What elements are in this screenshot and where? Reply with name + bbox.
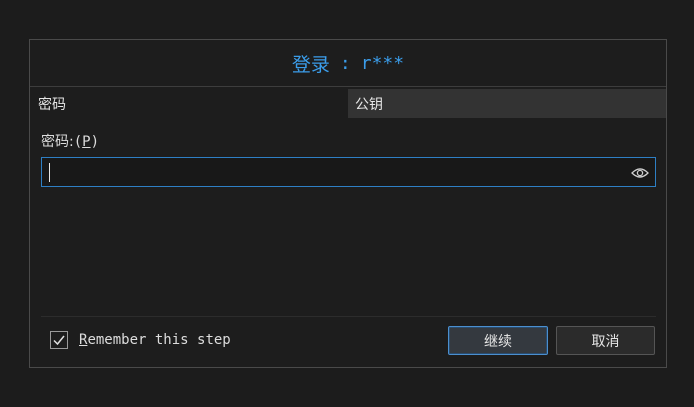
tab-password[interactable]: 密码 bbox=[30, 89, 348, 118]
title-prefix: 登录 bbox=[291, 53, 330, 76]
continue-button-label: 继续 bbox=[484, 333, 512, 350]
checkmark-icon bbox=[53, 335, 65, 346]
footer-divider bbox=[41, 316, 656, 317]
remember-checkbox[interactable] bbox=[50, 331, 68, 349]
auth-tabs: 密码 公钥 bbox=[30, 89, 666, 118]
text-caret bbox=[49, 163, 50, 182]
tab-public-key-label: 公钥 bbox=[355, 96, 383, 113]
tab-password-label: 密码 bbox=[38, 96, 66, 113]
eye-icon[interactable] bbox=[631, 165, 649, 179]
password-input[interactable] bbox=[41, 157, 656, 187]
password-label-open-paren: ( bbox=[73, 134, 83, 150]
title-separator: : bbox=[339, 52, 351, 74]
password-label-close-paren: ) bbox=[90, 134, 100, 150]
title-username: r*** bbox=[360, 52, 405, 74]
remember-label-text: emember this step bbox=[87, 332, 231, 348]
remember-step[interactable]: Remember this step bbox=[50, 331, 231, 349]
password-label-text: 密码: bbox=[41, 134, 74, 150]
cancel-button-label: 取消 bbox=[591, 333, 620, 350]
dialog-title: 登录 : r*** bbox=[30, 40, 666, 87]
remember-label: Remember this step bbox=[79, 332, 231, 348]
login-dialog: 登录 : r*** 密码 公钥 密码:(P) Remember this ste… bbox=[29, 39, 667, 368]
cancel-button[interactable]: 取消 bbox=[556, 326, 655, 355]
continue-button[interactable]: 继续 bbox=[448, 326, 548, 355]
password-label-mnemonic: P bbox=[82, 134, 91, 150]
password-label: 密码:(P) bbox=[41, 131, 99, 151]
tab-public-key[interactable]: 公钥 bbox=[348, 89, 666, 118]
